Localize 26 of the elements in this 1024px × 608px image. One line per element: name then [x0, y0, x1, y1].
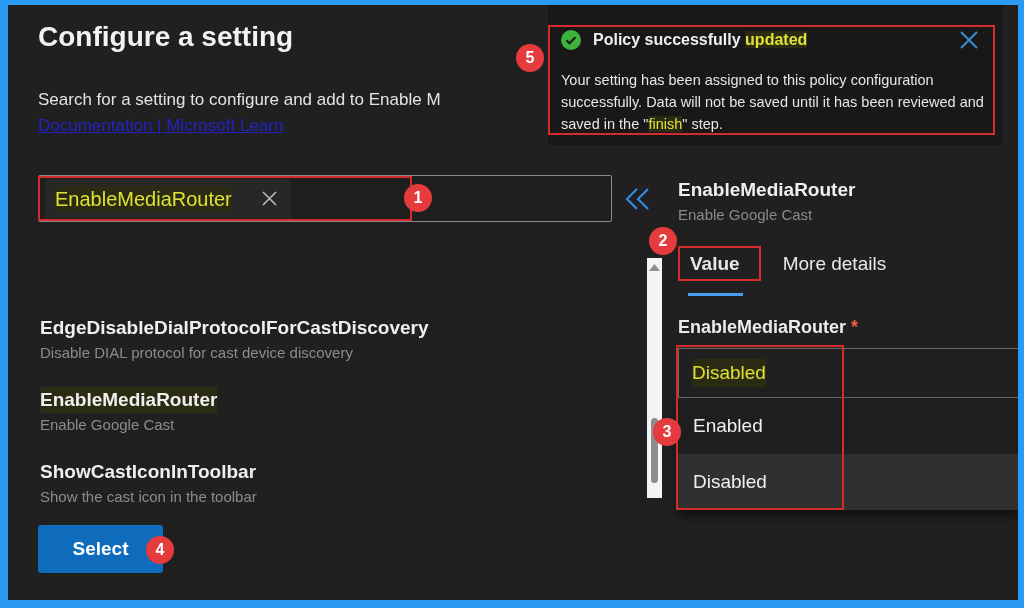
setting-name[interactable]: EnableMediaRouter: [40, 387, 218, 413]
scroll-up-icon[interactable]: [649, 264, 660, 271]
setting-description: Disable DIAL protocol for cast device discovery: [40, 344, 353, 361]
tab[interactable]: More details: [770, 246, 908, 296]
setting-subtitle: Enable Google Cast: [678, 206, 813, 223]
setting-description: Show the cast icon in the toolbar: [40, 488, 257, 505]
page-description: Search for a setting to configure and add to Enable M: [38, 89, 441, 111]
check-circle-icon: [561, 30, 581, 50]
close-icon[interactable]: [960, 31, 978, 49]
callout-badge: 2: [649, 227, 677, 255]
scrollbar-track[interactable]: [647, 258, 662, 498]
toast-message: Your setting has been assigned to this policy configuration successfully. Data will not be saved until it has been reviewed and saved in the "finish" step.: [561, 71, 985, 134]
double-chevron-left-icon[interactable]: [625, 186, 650, 211]
tab[interactable]: Value: [678, 246, 761, 296]
dropdown-option[interactable]: Enabled: [684, 403, 834, 449]
setting-name[interactable]: EdgeDisableDialProtocolForCastDiscovery: [40, 315, 429, 341]
search-term: EnableMediaRouter: [55, 185, 232, 212]
callout-badge: 4: [146, 536, 174, 564]
callout-badge: 5: [516, 44, 544, 72]
toast-title: Policy successfully updated: [593, 30, 809, 50]
setting-title: EnableMediaRouter: [678, 179, 856, 200]
page-title: Configure a setting: [38, 20, 294, 54]
setting-name[interactable]: ShowCastIconInToolbar: [40, 459, 257, 485]
close-icon[interactable]: [261, 191, 277, 206]
setting-description: Enable Google Cast: [40, 416, 175, 433]
field-label: EnableMediaRouter *: [678, 316, 859, 339]
